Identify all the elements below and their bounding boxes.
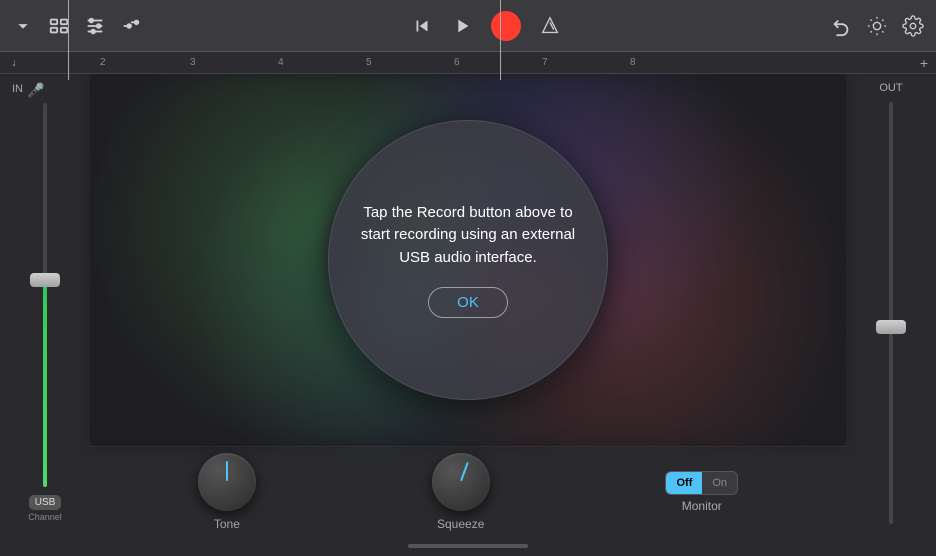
bottom-controls: Tone Squeeze Off On Monitor [90,446,846,536]
undo-button[interactable] [830,15,852,37]
main-content: IN 🎤 USB Channel [0,74,936,536]
annotation-line-left [68,0,69,80]
squeeze-knob-indicator [460,461,469,480]
toolbar-center [152,11,820,41]
fader-level-indicator [43,276,47,487]
add-track-button[interactable]: + [920,55,928,71]
monitor-off-option[interactable]: Off [666,472,702,494]
settings-button[interactable] [902,15,924,37]
tone-knob-container: Tone [198,453,256,531]
metronome-button[interactable] [539,15,561,37]
home-bar [408,544,528,548]
brightness-button[interactable] [866,15,888,37]
tone-label: Tone [214,517,240,531]
modal-overlay: Tap the Record button above to start rec… [328,120,608,400]
usb-channel-button[interactable]: USB [29,495,62,510]
modal-message: Tap the Record button above to start rec… [353,202,583,270]
toolbar [0,0,936,52]
in-fader-thumb[interactable] [30,273,60,287]
ruler-content: ♩ 2 3 4 5 6 7 8 [4,57,932,69]
monitor-label: Monitor [682,499,722,513]
timeline-ruler: ♩ 2 3 4 5 6 7 8 + [0,52,936,74]
amp-area: Tap the Record button above to start rec… [90,74,846,446]
play-button[interactable] [451,15,473,37]
phone-frame: ♩ 2 3 4 5 6 7 8 + IN 🎤 USB [0,0,936,556]
in-label: IN [12,83,23,95]
tracks-view-button[interactable] [48,15,70,37]
in-fader-panel: IN 🎤 USB Channel [0,74,90,536]
channel-sublabel: Channel [28,512,62,522]
dropdown-button[interactable] [12,15,34,37]
toolbar-left [12,15,142,37]
center-area: Tap the Record button above to start rec… [90,74,846,536]
toolbar-right [830,15,924,37]
record-button[interactable] [491,11,521,41]
monitor-on-option[interactable]: On [702,472,737,494]
out-label: OUT [879,82,902,94]
home-indicator [0,536,936,556]
mic-icon: 🎤 [27,82,44,99]
annotation-line-center [500,0,501,80]
squeeze-knob-container: Squeeze [432,453,490,531]
tone-knob-indicator [226,461,228,481]
monitor-container: Off On Monitor [665,471,738,513]
out-fader-thumb[interactable] [876,320,906,334]
mixer-button[interactable] [84,15,106,37]
squeeze-label: Squeeze [437,517,484,531]
out-fader-panel: OUT [846,74,936,536]
in-label-row: IN 🎤 [0,82,90,99]
modal-ok-button[interactable]: OK [428,287,508,318]
eq-button[interactable] [120,15,142,37]
squeeze-knob[interactable] [432,453,490,511]
monitor-toggle: Off On [665,471,738,495]
rewind-button[interactable] [411,15,433,37]
modal-dialog: Tap the Record button above to start rec… [328,120,608,400]
tone-knob[interactable] [198,453,256,511]
